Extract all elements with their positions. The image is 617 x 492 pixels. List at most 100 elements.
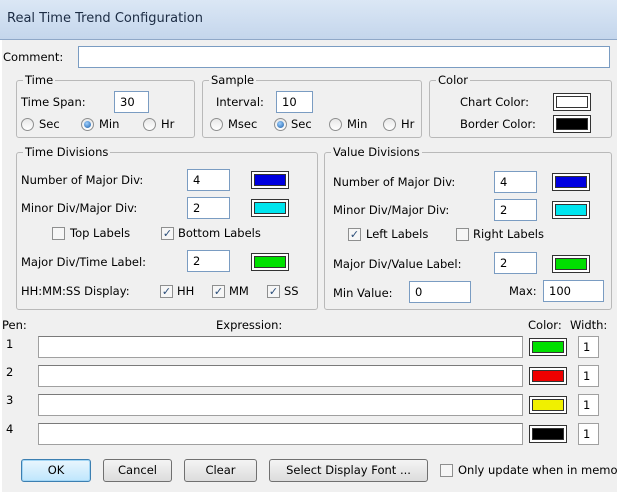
pen-3-color-swatch[interactable]	[529, 396, 567, 414]
pen-4-width-input[interactable]: 1	[578, 423, 599, 445]
cancel-button[interactable]: Cancel	[103, 459, 172, 482]
pen-3-expression-input[interactable]	[38, 394, 523, 416]
ss-label: SS	[284, 284, 299, 298]
chart-color-swatch[interactable]	[553, 93, 591, 111]
time-minor-color-swatch[interactable]	[251, 199, 289, 217]
time-sec-label: Sec	[39, 117, 60, 131]
interval-label: Interval:	[216, 95, 264, 109]
dialog-body: Comment: Time Time Span: 30 Sec Min Hr S…	[2, 40, 617, 492]
value-major-color-swatch[interactable]	[552, 173, 590, 191]
only-update-label: Only update when in memory	[458, 463, 617, 477]
time-label-div-label: Major Div/Time Label:	[21, 255, 147, 269]
right-labels-label: Right Labels	[473, 227, 544, 241]
time-min-label: Min	[99, 117, 120, 131]
sample-group: Sample Interval: 10 Msec Sec Min Hr	[202, 73, 422, 138]
value-label-color-swatch[interactable]	[552, 255, 590, 273]
pen-number: 1	[6, 337, 14, 351]
sample-sec-label: Sec	[291, 117, 312, 131]
value-minor-label: Minor Div/Major Div:	[333, 203, 450, 217]
pen-4-color-swatch[interactable]	[529, 425, 567, 443]
ss-checkbox[interactable]: ✓	[267, 285, 280, 298]
right-labels-checkbox[interactable]	[456, 228, 469, 241]
pen-number: 3	[6, 393, 14, 407]
min-value-label: Min Value:	[333, 286, 393, 300]
sample-legend: Sample	[209, 73, 257, 87]
time-sec-radio[interactable]	[21, 118, 34, 131]
pen-1-expression-input[interactable]	[38, 336, 523, 358]
time-minor-label: Minor Div/Major Div:	[21, 201, 138, 215]
pen-1-color-swatch[interactable]	[529, 338, 567, 356]
value-label-div-input[interactable]: 2	[494, 252, 537, 274]
value-divisions-group: Value Divisions Number of Major Div: 4 M…	[324, 145, 612, 310]
sample-min-radio[interactable]	[329, 118, 342, 131]
value-divisions-legend: Value Divisions	[331, 145, 422, 159]
time-legend: Time	[23, 73, 56, 87]
color-group: Color Chart Color: Border Color:	[429, 73, 612, 138]
left-labels-checkbox[interactable]: ✓	[348, 228, 361, 241]
border-color-swatch[interactable]	[553, 115, 591, 133]
time-span-label: Time Span:	[21, 95, 86, 109]
border-color-label: Border Color:	[460, 117, 536, 131]
max-value-label: Max:	[509, 284, 537, 298]
time-major-input[interactable]: 4	[187, 169, 230, 191]
sample-msec-radio[interactable]	[210, 118, 223, 131]
pen-2-width-input[interactable]: 1	[578, 365, 599, 387]
left-labels-label: Left Labels	[366, 227, 429, 241]
color-header: Color:	[528, 318, 562, 332]
time-span-input[interactable]: 30	[114, 91, 149, 113]
comment-input[interactable]	[78, 46, 610, 68]
expression-header: Expression:	[216, 318, 283, 332]
time-minor-input[interactable]: 2	[187, 197, 230, 219]
select-display-font-button[interactable]: Select Display Font ...	[269, 459, 428, 482]
color-legend: Color	[436, 73, 471, 87]
value-major-label: Number of Major Div:	[333, 175, 456, 189]
time-label-color-swatch[interactable]	[251, 253, 289, 271]
time-hr-radio[interactable]	[143, 118, 156, 131]
sample-hr-label: Hr	[401, 117, 415, 131]
hms-display-label: HH:MM:SS Display:	[21, 284, 130, 298]
time-label-div-input[interactable]: 2	[187, 250, 230, 272]
time-group: Time Time Span: 30 Sec Min Hr	[16, 73, 195, 138]
time-major-color-swatch[interactable]	[251, 171, 289, 189]
ok-button[interactable]: OK	[21, 459, 91, 482]
mm-label: MM	[229, 284, 249, 298]
chart-color-label: Chart Color:	[460, 95, 529, 109]
hh-label: HH	[177, 284, 195, 298]
sample-hr-radio[interactable]	[383, 118, 396, 131]
value-label-div-label: Major Div/Value Label:	[333, 257, 462, 271]
hh-checkbox[interactable]: ✓	[160, 285, 173, 298]
top-labels-label: Top Labels	[70, 226, 131, 240]
title-bar: Real Time Trend Configuration	[0, 0, 617, 40]
mm-checkbox[interactable]: ✓	[212, 285, 225, 298]
pen-4-expression-input[interactable]	[38, 423, 523, 445]
only-update-checkbox[interactable]	[440, 464, 453, 477]
pen-number: 4	[6, 422, 14, 436]
pen-number: 2	[6, 365, 14, 379]
bottom-labels-checkbox[interactable]: ✓	[161, 227, 174, 240]
time-divisions-group: Time Divisions Number of Major Div: 4 Mi…	[16, 145, 318, 310]
value-minor-input[interactable]: 2	[494, 199, 537, 221]
window-title: Real Time Trend Configuration	[7, 11, 203, 26]
max-value-input[interactable]: 100	[543, 280, 604, 302]
top-labels-checkbox[interactable]	[52, 227, 65, 240]
interval-input[interactable]: 10	[276, 91, 313, 113]
pen-2-expression-input[interactable]	[38, 365, 523, 387]
clear-button[interactable]: Clear	[184, 459, 257, 482]
sample-min-label: Min	[347, 117, 368, 131]
bottom-labels-label: Bottom Labels	[178, 226, 261, 240]
sample-sec-radio[interactable]	[274, 118, 287, 131]
pen-1-width-input[interactable]: 1	[578, 336, 599, 358]
pen-3-width-input[interactable]: 1	[578, 394, 599, 416]
time-major-label: Number of Major Div:	[21, 173, 144, 187]
time-divisions-legend: Time Divisions	[23, 145, 111, 159]
time-hr-label: Hr	[161, 117, 175, 131]
value-major-input[interactable]: 4	[494, 171, 537, 193]
pen-2-color-swatch[interactable]	[529, 367, 567, 385]
width-header: Width:	[570, 318, 608, 332]
comment-label: Comment:	[3, 50, 64, 64]
value-minor-color-swatch[interactable]	[552, 201, 590, 219]
min-value-input[interactable]: 0	[409, 281, 471, 303]
time-min-radio[interactable]	[81, 118, 94, 131]
sample-msec-label: Msec	[228, 117, 258, 131]
pen-header: Pen:	[2, 318, 27, 332]
